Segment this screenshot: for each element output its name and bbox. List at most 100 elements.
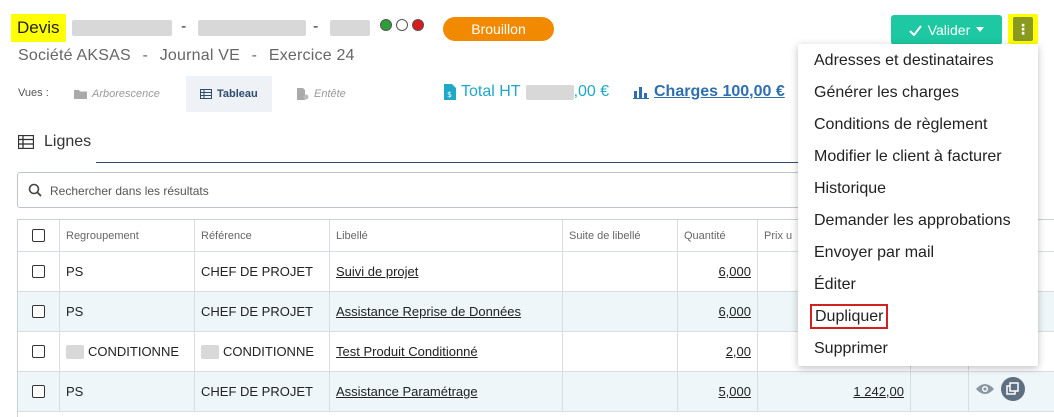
menu-item-dupliquer[interactable]: Dupliquer	[798, 301, 1038, 333]
menu-item-editer[interactable]: Éditer	[798, 269, 1038, 301]
more-actions-button[interactable]: ⋮	[1008, 14, 1038, 44]
select-all-checkbox[interactable]	[32, 229, 45, 242]
search-icon	[28, 183, 42, 197]
cell-libelle[interactable]: Assistance Reprise de Données	[330, 292, 563, 331]
prix-link[interactable]: 1 242,00	[853, 384, 904, 399]
title-bar: Devis - - Brouillon Valider ⋮	[0, 0, 1054, 48]
column-header-quantite[interactable]: Quantité	[678, 220, 758, 251]
subtitle-separator: -	[142, 47, 149, 64]
menu-item-generer-charges[interactable]: Générer les charges	[798, 77, 1038, 109]
cell-regroupement: PS	[60, 252, 195, 291]
row-select-cell	[18, 252, 60, 291]
tab-arborescence[interactable]: Arborescence	[74, 76, 160, 112]
menu-item-demander-approbations[interactable]: Demander les approbations	[798, 205, 1038, 237]
cell-suite-libelle	[563, 292, 678, 331]
cell-libelle[interactable]: Test Produit Conditionné	[330, 332, 563, 371]
cell-extra	[911, 372, 969, 411]
charges-label: Charges 100,00 €	[654, 83, 785, 100]
cell-libelle[interactable]: Suivi de projet	[330, 252, 563, 291]
valider-label: Valider	[927, 22, 971, 38]
tab-tableau[interactable]: Tableau	[186, 76, 272, 112]
menu-item-envoyer-mail[interactable]: Envoyer par mail	[798, 237, 1038, 269]
row-select-cell	[18, 372, 60, 411]
redacted-total-amount	[525, 84, 574, 100]
company-name: Société AKSAS	[18, 47, 131, 64]
quantite-link[interactable]: 6,000	[718, 304, 751, 319]
cell-quantite[interactable]: 5,000	[678, 372, 758, 411]
duplicate-icon[interactable]	[1001, 377, 1025, 401]
cell-suite-libelle	[563, 252, 678, 291]
row-checkbox[interactable]	[32, 305, 45, 318]
cell-quantite[interactable]: 6,000	[678, 292, 758, 331]
document-subtitle: Société AKSAS - Journal VE - Exercice 24	[18, 47, 355, 65]
views-bar: Vues : Arborescence Tableau Entête $ Tot…	[0, 76, 800, 112]
regroupement-value: CONDITIONNE	[88, 344, 179, 359]
row-actions	[975, 377, 1025, 401]
tab-tableau-label: Tableau	[217, 88, 258, 100]
cell-reference: CHEF DE PROJET	[195, 292, 330, 331]
cell-regroupement: PS	[60, 292, 195, 331]
document-cog-icon	[297, 88, 309, 100]
column-header-reference[interactable]: Référence	[195, 220, 330, 251]
table-row[interactable]: PS CHEF DE PROJET Assistance Paramétrage…	[18, 372, 1054, 412]
total-ht: $ Total HT ,00 €	[444, 83, 609, 101]
row-select-cell	[18, 332, 60, 371]
status-dot-red-icon	[412, 19, 424, 31]
svg-text:$: $	[447, 90, 452, 99]
menu-item-adresses[interactable]: Adresses et destinataires	[798, 45, 1038, 77]
libelle-link[interactable]: Test Produit Conditionné	[336, 344, 478, 359]
libelle-link[interactable]: Suivi de projet	[336, 264, 418, 279]
total-ht-suffix: ,00 €	[573, 83, 610, 100]
reference-value: CONDITIONNE	[223, 344, 314, 359]
tab-entete-label: Entête	[314, 88, 346, 100]
table-icon	[200, 89, 212, 99]
search-field[interactable]	[17, 172, 857, 208]
cell-suite-libelle	[563, 372, 678, 411]
document-type-label: Devis	[11, 14, 66, 42]
row-checkbox[interactable]	[32, 345, 45, 358]
cell-reference: CONDITIONNE	[195, 332, 330, 371]
status-dot-white-icon	[396, 19, 408, 31]
quantite-link[interactable]: 5,000	[718, 384, 751, 399]
status-dot-green-icon	[380, 19, 392, 31]
libelle-link[interactable]: Assistance Reprise de Données	[336, 304, 521, 319]
search-input[interactable]	[50, 181, 750, 201]
valider-button[interactable]: Valider	[891, 15, 1002, 45]
select-all-cell	[18, 220, 60, 251]
lignes-heading: Lignes	[18, 133, 91, 151]
views-label: Vues :	[18, 87, 49, 99]
status-badge: Brouillon	[443, 17, 554, 41]
tab-entete[interactable]: Entête	[296, 76, 346, 112]
menu-item-conditions-reglement[interactable]: Conditions de règlement	[798, 109, 1038, 141]
lignes-title: Lignes	[44, 133, 92, 150]
cell-quantite[interactable]: 6,000	[678, 252, 758, 291]
cell-reference: CHEF DE PROJET	[195, 252, 330, 291]
list-table-icon	[18, 135, 34, 149]
total-ht-label: Total HT	[461, 83, 521, 100]
menu-item-historique[interactable]: Historique	[798, 173, 1038, 205]
title-separator: -	[313, 18, 319, 35]
redacted-document-number	[72, 20, 172, 36]
column-header-suite-libelle[interactable]: Suite de libellé	[563, 220, 678, 251]
column-header-libelle[interactable]: Libellé	[330, 220, 563, 251]
journal-name: Journal VE	[159, 47, 240, 64]
redacted-project-name	[330, 20, 370, 36]
menu-item-modifier-client[interactable]: Modifier le client à facturer	[798, 141, 1038, 173]
check-icon	[909, 24, 922, 36]
eye-icon[interactable]	[975, 382, 995, 396]
folder-icon	[74, 90, 87, 99]
quantite-link[interactable]: 2,00	[726, 344, 751, 359]
cell-prix-unitaire[interactable]: 1 242,00	[758, 372, 911, 411]
libelle-link[interactable]: Assistance Paramétrage	[336, 384, 478, 399]
cell-libelle[interactable]: Assistance Paramétrage	[330, 372, 563, 411]
quantite-link[interactable]: 6,000	[718, 264, 751, 279]
kebab-icon: ⋮	[1013, 17, 1033, 41]
row-checkbox[interactable]	[32, 385, 45, 398]
column-header-regroupement[interactable]: Regroupement	[60, 220, 195, 251]
menu-item-supprimer[interactable]: Supprimer	[798, 333, 1038, 365]
row-checkbox[interactable]	[32, 265, 45, 278]
charges-link[interactable]: Charges 100,00 €	[633, 83, 785, 101]
cell-regroupement: PS	[60, 372, 195, 411]
cell-quantite[interactable]: 2,00	[678, 332, 758, 371]
cell-suite-libelle	[563, 332, 678, 371]
